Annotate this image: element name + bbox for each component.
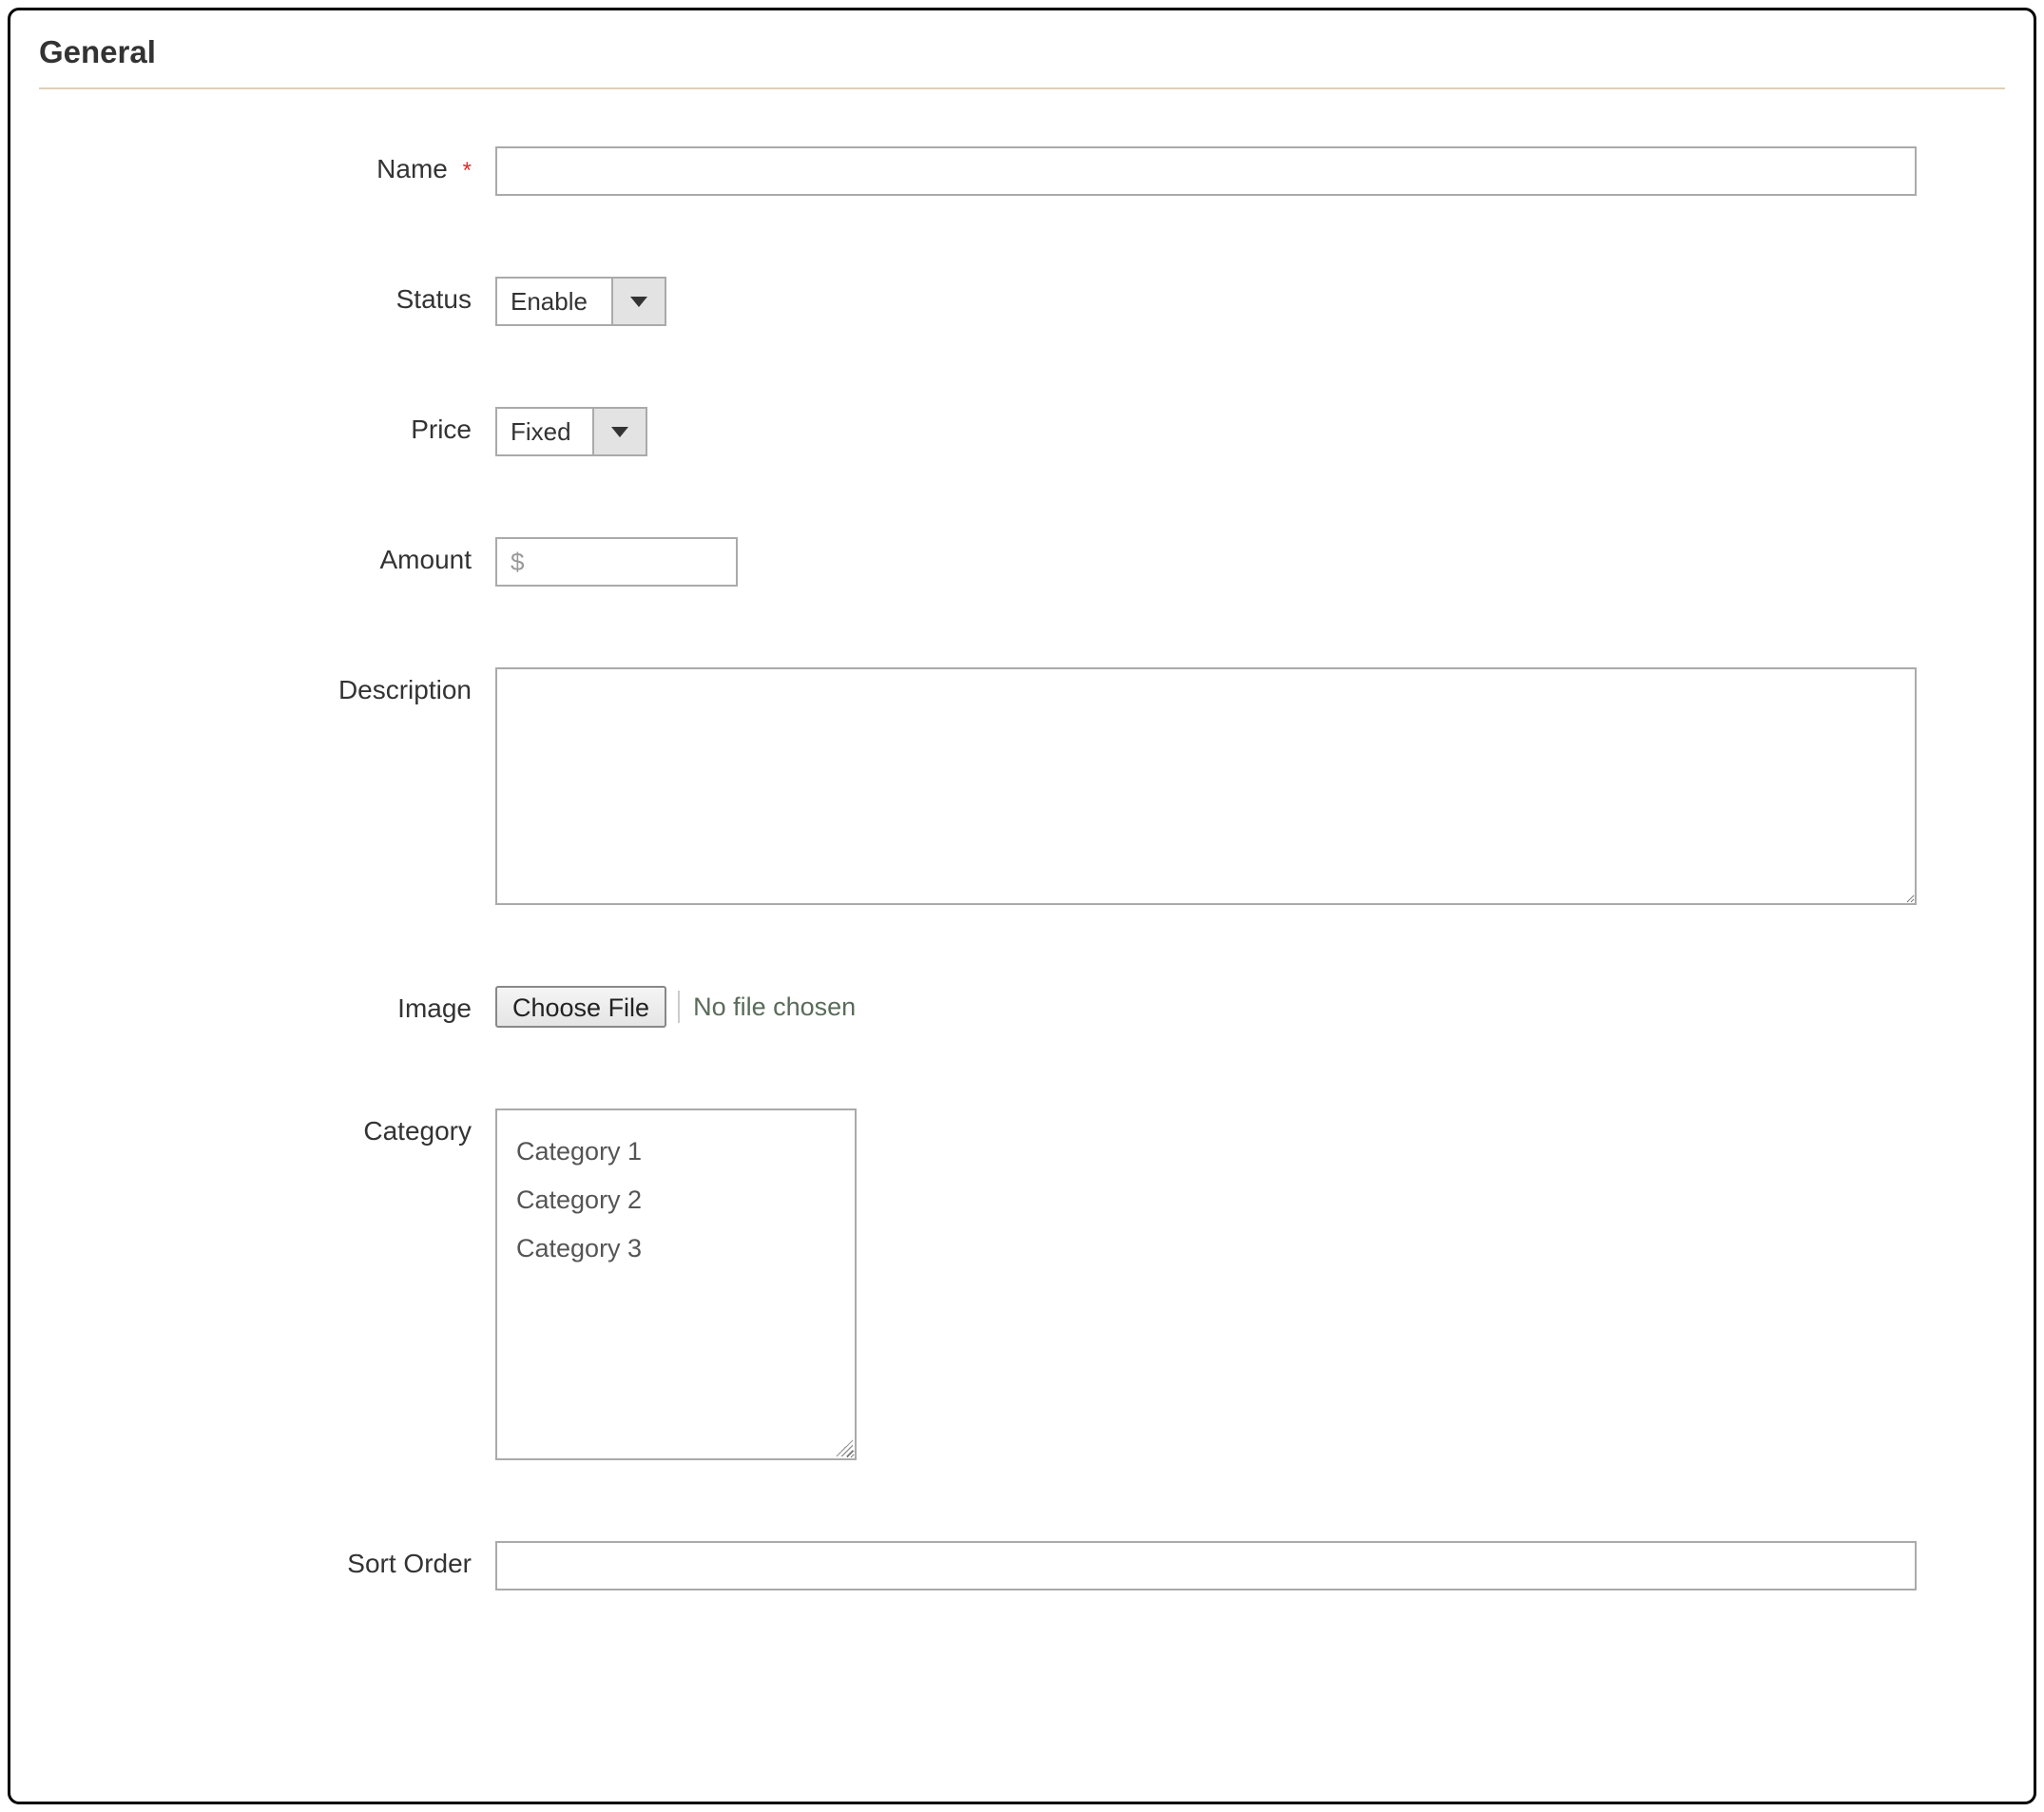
control-description xyxy=(495,667,2005,905)
row-price: Price Fixed xyxy=(39,407,2005,456)
row-description: Description xyxy=(39,667,2005,905)
row-status: Status Enable xyxy=(39,277,2005,326)
currency-symbol: $ xyxy=(511,548,524,577)
category-option[interactable]: Category 1 xyxy=(516,1128,836,1176)
row-amount: Amount $ xyxy=(39,537,2005,587)
control-image: Choose File No file chosen xyxy=(495,986,2005,1028)
label-name: Name * xyxy=(39,146,495,184)
price-caret xyxy=(592,409,646,454)
status-caret xyxy=(611,279,665,324)
section-title: General xyxy=(39,25,2005,89)
amount-input[interactable]: $ xyxy=(495,537,738,587)
label-status: Status xyxy=(39,277,495,315)
label-category: Category xyxy=(39,1108,495,1147)
status-select-value: Enable xyxy=(497,279,611,324)
name-input[interactable] xyxy=(495,146,1917,196)
control-status: Enable xyxy=(495,277,2005,326)
description-textarea[interactable] xyxy=(495,667,1917,905)
resize-handle-icon[interactable] xyxy=(836,1439,853,1456)
control-price: Fixed xyxy=(495,407,2005,456)
label-amount: Amount xyxy=(39,537,495,575)
price-select[interactable]: Fixed xyxy=(495,407,647,456)
row-name: Name * xyxy=(39,146,2005,196)
label-image: Image xyxy=(39,986,495,1024)
row-image: Image Choose File No file chosen xyxy=(39,986,2005,1028)
price-select-value: Fixed xyxy=(497,409,592,454)
sort-order-input[interactable] xyxy=(495,1541,1917,1590)
chevron-down-icon xyxy=(611,427,628,437)
form-panel: General Name * Status Enable Price Fixed xyxy=(8,8,2036,1804)
file-separator xyxy=(678,991,680,1023)
choose-file-button[interactable]: Choose File xyxy=(495,986,666,1028)
status-select[interactable]: Enable xyxy=(495,277,666,326)
category-option[interactable]: Category 3 xyxy=(516,1224,836,1273)
control-category: Category 1 Category 2 Category 3 xyxy=(495,1108,2005,1460)
label-sort-order: Sort Order xyxy=(39,1541,495,1579)
label-description: Description xyxy=(39,667,495,705)
label-price: Price xyxy=(39,407,495,445)
row-sort-order: Sort Order xyxy=(39,1541,2005,1590)
chevron-down-icon xyxy=(630,297,647,307)
control-sort-order xyxy=(495,1541,2005,1590)
row-category: Category Category 1 Category 2 Category … xyxy=(39,1108,2005,1460)
label-name-text: Name xyxy=(376,154,448,183)
control-amount: $ xyxy=(495,537,2005,587)
file-status-text: No file chosen xyxy=(693,993,856,1022)
control-name xyxy=(495,146,2005,196)
required-icon: * xyxy=(463,158,472,183)
category-multiselect[interactable]: Category 1 Category 2 Category 3 xyxy=(495,1108,857,1460)
category-option[interactable]: Category 2 xyxy=(516,1176,836,1224)
